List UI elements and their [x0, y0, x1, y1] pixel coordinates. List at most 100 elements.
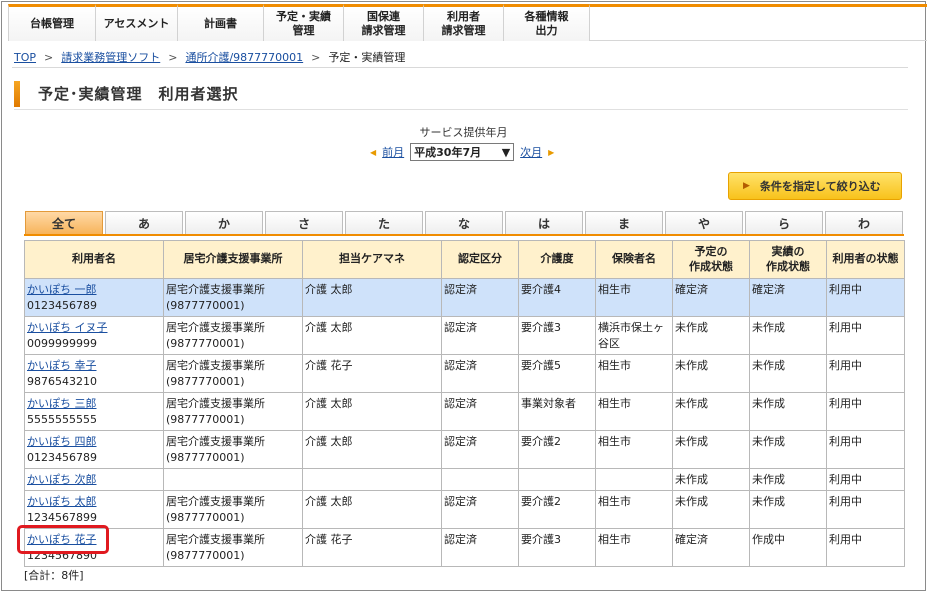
table-row[interactable]: かいぽち 太郎 1234567899 居宅介護支援事業所 (9877770001) 介護… [24, 490, 905, 529]
user-id: 9876543210 [27, 375, 97, 388]
office-number: (9877770001) [166, 451, 245, 464]
cell-certification: 認定済 [441, 528, 519, 567]
cell-insurer [595, 468, 673, 491]
tab-kana[interactable]: ま [585, 211, 663, 234]
title-accent-bar [14, 80, 20, 107]
office-number: (9877770001) [166, 413, 245, 426]
filter-button-label: 条件を指定して絞り込む [759, 180, 881, 193]
cell-care-level: 要介護3 [518, 316, 596, 355]
cell-certification: 認定済 [441, 430, 519, 469]
kana-tabs: 全てあかさたなはまやらわ [25, 211, 903, 234]
cell-care-level: 要介護4 [518, 278, 596, 317]
cell-office: 居宅介護支援事業所 (9877770001) [163, 354, 303, 393]
user-name-link[interactable]: かいぽち 三郎 [27, 397, 97, 410]
user-name-link[interactable]: かいぽち 花子 [27, 533, 97, 546]
breadcrumb-top-link[interactable]: TOP [14, 51, 36, 64]
tab-kana[interactable]: や [665, 211, 743, 234]
nav-item[interactable]: 計画書 [178, 4, 264, 41]
user-name-link[interactable]: かいぽち 太郎 [27, 495, 97, 508]
user-id: 1234567890 [27, 549, 97, 562]
nav-item-label: 国保連 請求管理 [361, 10, 406, 37]
cell-certification: 認定済 [441, 392, 519, 431]
cell-user-status: 利用中 [826, 354, 905, 393]
user-name-link[interactable]: かいぽち 幸子 [27, 359, 97, 372]
cell-user-status: 利用中 [826, 528, 905, 567]
cell-insurer: 相生市 [595, 430, 673, 469]
tab-kana[interactable]: た [345, 211, 423, 234]
column-header: 実績の 作成状態 [749, 240, 827, 279]
office-number: (9877770001) [166, 511, 245, 524]
table-row[interactable]: かいぽち 三郎 5555555555 居宅介護支援事業所 (9877770001) 介護… [24, 392, 905, 431]
cell-actual-status: 作成中 [749, 528, 827, 567]
cell-care-manager [302, 468, 442, 491]
cell-office: 居宅介護支援事業所 (9877770001) [163, 278, 303, 317]
cell-user-name: かいぽち 花子 1234567890 [24, 528, 164, 567]
user-name-link[interactable]: かいぽち 次郎 [27, 473, 97, 486]
user-id: 0099999999 [27, 337, 97, 350]
tab-kana[interactable]: ら [745, 211, 823, 234]
table-row[interactable]: かいぽち 次郎 未作成 未作成 利用中 [24, 468, 905, 491]
cell-plan-status: 未作成 [672, 468, 750, 491]
nav-item[interactable]: 台帳管理 [8, 4, 96, 41]
cell-certification: 認定済 [441, 490, 519, 529]
user-name-link[interactable]: かいぽち イヌ子 [27, 321, 108, 334]
user-id: 0123456789 [27, 299, 97, 312]
office-name: 居宅介護支援事業所 [166, 397, 265, 410]
table-row[interactable]: かいぽち 一郎 0123456789 居宅介護支援事業所 (9877770001) 介護… [24, 278, 905, 317]
table-row[interactable]: かいぽち イヌ子 0099999999 居宅介護支援事業所 (9877770001) 介… [24, 316, 905, 355]
nav-item[interactable]: 国保連 請求管理 [344, 4, 424, 41]
user-name-link[interactable]: かいぽち 四郎 [27, 435, 97, 448]
tab-kana[interactable]: さ [265, 211, 343, 234]
nav-item[interactable]: アセスメント [96, 4, 178, 41]
nav-item[interactable]: 各種情報 出力 [504, 4, 590, 41]
cell-user-status: 利用中 [826, 392, 905, 431]
filter-conditions-button[interactable]: ▶ 条件を指定して絞り込む [728, 172, 902, 200]
user-name-link[interactable]: かいぽち 一郎 [27, 283, 97, 296]
cell-actual-status: 未作成 [749, 316, 827, 355]
tab-kana[interactable]: あ [105, 211, 183, 234]
tab-kana[interactable]: は [505, 211, 583, 234]
cell-care-manager: 介護 太郎 [302, 490, 442, 529]
tab-kana[interactable]: わ [825, 211, 903, 234]
cell-certification: 認定済 [441, 316, 519, 355]
nav-item[interactable]: 利用者 請求管理 [424, 4, 504, 41]
office-number: (9877770001) [166, 337, 245, 350]
office-name: 居宅介護支援事業所 [166, 283, 265, 296]
column-header: 利用者の状態 [826, 240, 905, 279]
table-row[interactable]: かいぽち 花子 1234567890 居宅介護支援事業所 (9877770001) 介護… [24, 528, 905, 567]
cell-user-name: かいぽち イヌ子 0099999999 [24, 316, 164, 355]
column-header: 予定の 作成状態 [672, 240, 750, 279]
cell-care-level: 事業対象者 [518, 392, 596, 431]
cell-plan-status: 確定済 [672, 278, 750, 317]
table-row[interactable]: かいぽち 四郎 0123456789 居宅介護支援事業所 (9877770001) 介護… [24, 430, 905, 469]
cell-user-name: かいぽち 三郎 5555555555 [24, 392, 164, 431]
cell-office: 居宅介護支援事業所 (9877770001) [163, 316, 303, 355]
breadcrumb: TOP > 請求業務管理ソフト > 通所介護/9877770001 > 予定・実… [14, 49, 405, 65]
cell-user-name: かいぽち 太郎 1234567899 [24, 490, 164, 529]
office-name: 居宅介護支援事業所 [166, 495, 265, 508]
table-row[interactable]: かいぽち 幸子 9876543210 居宅介護支援事業所 (9877770001) 介護… [24, 354, 905, 393]
cell-actual-status: 未作成 [749, 392, 827, 431]
nav-item[interactable]: 予定・実績 管理 [264, 4, 344, 41]
prev-month-link[interactable]: 前月 [382, 144, 404, 160]
cell-care-manager: 介護 太郎 [302, 430, 442, 469]
breadcrumb-software-link[interactable]: 請求業務管理ソフト [61, 49, 160, 65]
tab-kana[interactable]: な [425, 211, 503, 234]
table-header-row: 利用者名 居宅介護支援事業所 担当ケアマネ 認定区分 介護度 保険者名 予定の 作成状態 実績… [24, 240, 905, 279]
cell-user-name: かいぽち 一郎 0123456789 [24, 278, 164, 317]
next-month-link[interactable]: 次月 [520, 144, 542, 160]
column-header: 保険者名 [595, 240, 673, 279]
cell-user-status: 利用中 [826, 278, 905, 317]
cell-user-status: 利用中 [826, 316, 905, 355]
cell-plan-status: 未作成 [672, 316, 750, 355]
cell-certification: 認定済 [441, 278, 519, 317]
cell-care-level [518, 468, 596, 491]
cell-care-level: 要介護5 [518, 354, 596, 393]
tab-all[interactable]: 全て [25, 211, 103, 234]
breadcrumb-office-link[interactable]: 通所介護/9877770001 [185, 49, 303, 65]
cell-user-status: 利用中 [826, 490, 905, 529]
tab-kana[interactable]: か [185, 211, 263, 234]
month-select[interactable]: 平成30年7月 ▼ [410, 143, 515, 161]
cell-office: 居宅介護支援事業所 (9877770001) [163, 528, 303, 567]
cell-care-level: 要介護2 [518, 490, 596, 529]
